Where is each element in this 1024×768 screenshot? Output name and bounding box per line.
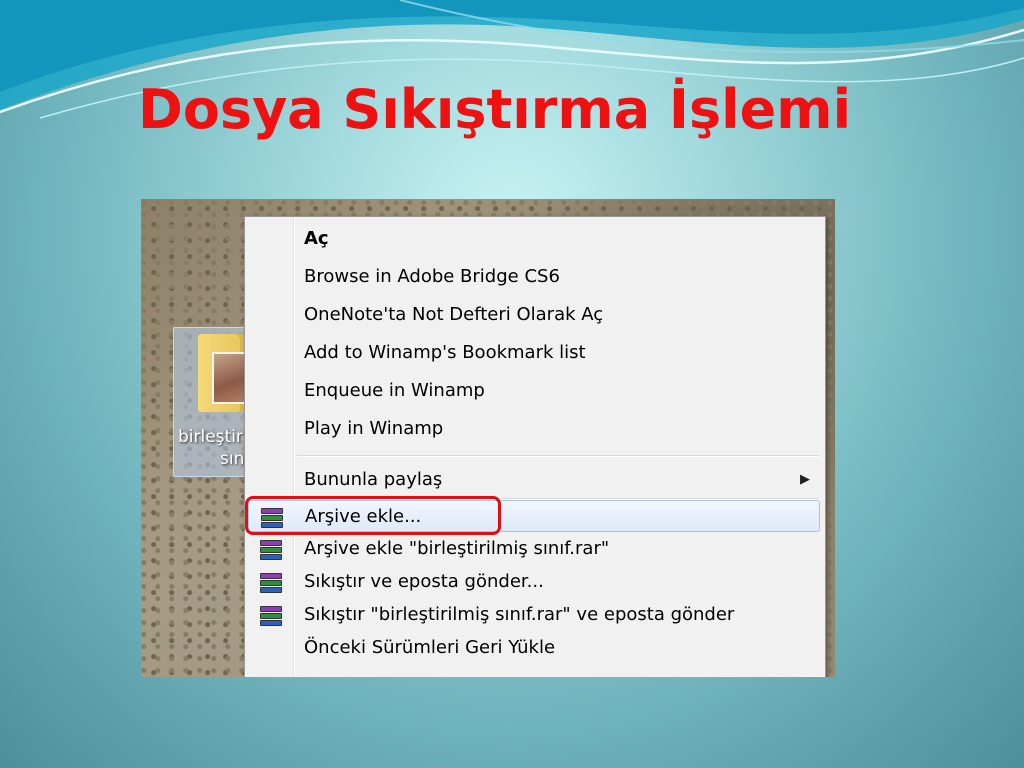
winrar-icon (260, 606, 282, 626)
screenshot-panel: birleştir sını Aç Browse in Adobe Bridge… (141, 199, 835, 677)
menu-item-restore-previous-versions[interactable]: Önceki Sürümleri Geri Yükle (248, 632, 820, 664)
menu-item-share-with[interactable]: Bununla paylaş ▶ (248, 464, 820, 496)
winrar-icon (260, 540, 282, 560)
menu-item-winamp-enqueue[interactable]: Enqueue in Winamp (248, 375, 820, 407)
highlight-callout (245, 496, 501, 535)
menu-item-compress-rar-and-email[interactable]: Sıkıştır "birleştirilmiş sınıf.rar" ve e… (248, 599, 820, 631)
folder-icon (198, 334, 246, 412)
menu-item-onenote[interactable]: OneNote'ta Not Defteri Olarak Aç (248, 299, 820, 331)
context-menu: Aç Browse in Adobe Bridge CS6 OneNote'ta… (244, 216, 826, 677)
menu-item-open[interactable]: Aç (248, 223, 820, 255)
menu-separator (297, 455, 819, 457)
menu-item-winamp-bookmark[interactable]: Add to Winamp's Bookmark list (248, 337, 820, 369)
desktop-folder-icon[interactable]: birleştir sını (173, 327, 255, 477)
menu-item-browse-adobe-bridge[interactable]: Browse in Adobe Bridge CS6 (248, 261, 820, 293)
slide-title: Dosya Sıkıştırma İşlemi (138, 78, 852, 141)
submenu-arrow-icon: ▶ (800, 472, 810, 487)
menu-item-winamp-play[interactable]: Play in Winamp (248, 413, 820, 445)
menu-item-compress-and-email[interactable]: Sıkıştır ve eposta gönder... (248, 566, 820, 598)
menu-item-add-to-rar[interactable]: Arşive ekle "birleştirilmiş sınıf.rar" (248, 533, 820, 565)
winrar-icon (260, 573, 282, 593)
